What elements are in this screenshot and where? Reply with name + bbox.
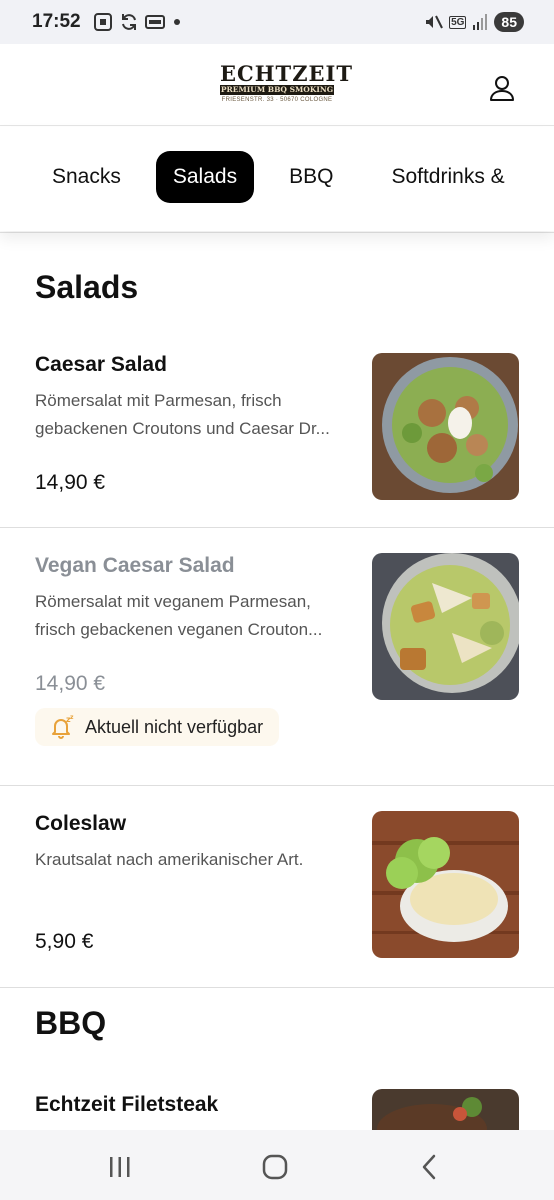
back-icon[interactable] (413, 1150, 447, 1184)
item-price: 14,90 € (35, 471, 106, 494)
battery-indicator: 85 (494, 12, 524, 32)
section-title-bbq: BBQ (35, 1005, 107, 1041)
item-description-line: gebackenen Croutons und Caesar Dr... (35, 419, 330, 438)
tab-salads[interactable]: Salads (155, 151, 255, 203)
system-nav-bar (0, 1130, 554, 1200)
item-description: Römersalat mit veganem Parmesan, frisch … (35, 588, 355, 644)
category-tabs: Snacks Salads BBQ Softdrinks & (35, 151, 522, 203)
item-description: Krautsalat nach amerikanischer Art. (35, 846, 355, 874)
network-label: 5G (449, 15, 467, 29)
recent-apps-icon[interactable] (103, 1150, 137, 1184)
screenshot-icon (93, 13, 112, 31)
svg-text:z: z (70, 714, 74, 721)
tab-snacks[interactable]: Snacks (35, 151, 138, 203)
menu-content[interactable]: Salads Caesar Salad Römersalat mit Parme… (0, 232, 554, 1130)
logo-subtitle: PREMIUM BBQ SMOKING (220, 85, 334, 95)
unavailable-badge: z z Aktuell nicht verfügbar (35, 708, 280, 746)
home-icon[interactable] (258, 1150, 292, 1184)
unavailable-label: Aktuell nicht verfügbar (85, 716, 264, 737)
item-description: Römersalat mit Parmesan, frisch gebacken… (35, 387, 355, 443)
snooze-bell-icon: z z (52, 714, 74, 739)
item-description-line: frisch gebackenen veganen Crouton... (35, 620, 323, 639)
item-image (372, 353, 519, 500)
status-time: 17:52 (32, 11, 81, 32)
brand-logo[interactable]: ECHTZEIT PREMIUM BBQ SMOKING FRIESENSTR.… (220, 61, 353, 108)
menu-item-vegan-caesar-salad[interactable]: Vegan Caesar Salad Römersalat mit vegane… (0, 528, 554, 786)
dot-icon (173, 19, 180, 25)
tab-bbq[interactable]: BBQ (272, 151, 350, 203)
menu-item-echtzeit-filetsteak[interactable]: Echtzeit Filetsteak (0, 1089, 554, 1130)
sync-icon (121, 14, 136, 30)
item-image (372, 1089, 519, 1130)
app-header: ECHTZEIT PREMIUM BBQ SMOKING FRIESENSTR.… (0, 44, 554, 126)
account-button[interactable] (488, 74, 516, 102)
item-price: 14,90 € (35, 672, 106, 695)
section-title-salads: Salads (35, 269, 139, 305)
menu-item-coleslaw[interactable]: Coleslaw Krautsalat nach amerikanischer … (0, 786, 554, 988)
item-name: Caesar Salad (35, 353, 167, 376)
status-right-icons: 5G 85 (423, 12, 524, 32)
mute-icon (426, 15, 443, 29)
status-left-icons (93, 12, 183, 32)
item-name: Echtzeit Filetsteak (35, 1093, 219, 1116)
card-icon (144, 15, 165, 29)
category-tabs-bar: Snacks Salads BBQ Softdrinks & (0, 127, 554, 231)
item-name: Vegan Caesar Salad (35, 554, 235, 577)
logo-title: ECHTZEIT (220, 61, 353, 86)
item-description-line: Römersalat mit Parmesan, frisch (35, 391, 282, 410)
tabs-fade-overlay (504, 127, 554, 231)
item-description-line: Römersalat mit veganem Parmesan, (35, 592, 311, 611)
menu-item-caesar-salad[interactable]: Caesar Salad Römersalat mit Parmesan, fr… (0, 353, 554, 528)
item-price: 5,90 € (35, 930, 94, 953)
status-bar: 17:52 5G 85 (0, 0, 554, 44)
item-name: Coleslaw (35, 812, 127, 835)
item-image (372, 811, 519, 958)
item-image (372, 553, 519, 700)
logo-address: FRIESENSTR. 33 · 50670 COLOGNE (221, 97, 333, 103)
tab-softdrinks[interactable]: Softdrinks & (374, 151, 521, 203)
user-icon (490, 76, 514, 101)
signal-icon (473, 14, 488, 30)
item-description-line: Krautsalat nach amerikanischer Art. (35, 850, 304, 869)
